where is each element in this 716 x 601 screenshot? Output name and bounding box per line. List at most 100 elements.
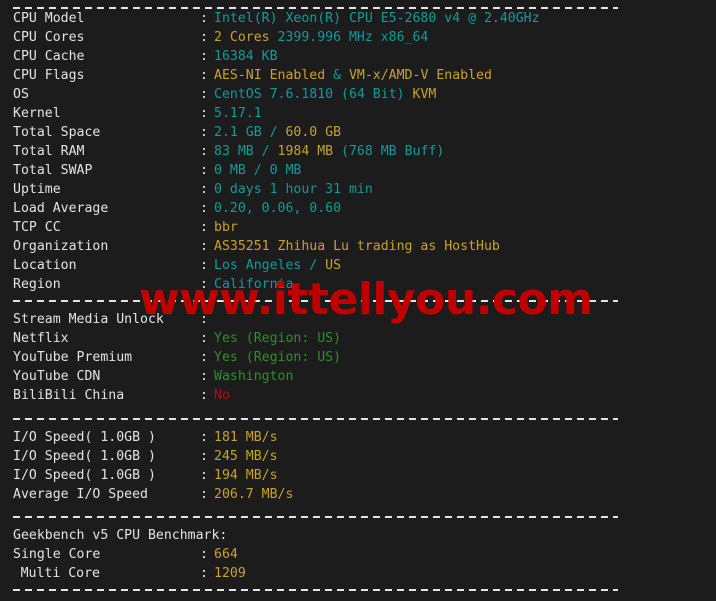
info-row-label: CPU Cache	[13, 49, 85, 64]
info-row-value: 664	[214, 547, 238, 562]
colon: :	[200, 369, 208, 384]
geekbench-rows: Single Core:664 Multi Core:1209	[0, 545, 716, 583]
info-row-label: Load Average	[13, 201, 109, 216]
info-row-value: 5.17.1	[214, 106, 262, 121]
colon: :	[200, 487, 208, 502]
info-row-label: Total SWAP	[13, 163, 93, 178]
info-row-value: bbr	[214, 220, 238, 235]
info-row-label: Netflix	[13, 331, 69, 346]
info-row-label: Uptime	[13, 182, 61, 197]
info-row-label: Total Space	[13, 125, 101, 140]
info-row: Single Core:664	[0, 545, 716, 564]
colon: :	[200, 449, 208, 464]
info-row-value: 83 MB	[214, 144, 254, 159]
info-row: CPU Cache:16384 KB	[0, 47, 716, 66]
colon: :	[200, 350, 208, 365]
info-row-value: California	[214, 277, 294, 292]
colon: :	[200, 566, 208, 581]
info-row-label: CPU Model	[13, 11, 85, 26]
info-row-value: 0.20, 0.06, 0.60	[214, 201, 342, 216]
stream-media-rows: Netflix: Yes (Region: US) YouTube Premium:…	[0, 329, 716, 405]
info-row-value: /	[261, 125, 286, 140]
info-row-value: VM-x/AMD-V Enabled	[348, 68, 492, 83]
info-row-value: No	[214, 388, 230, 403]
info-row-label: I/O Speed( 1.0GB )	[13, 449, 156, 464]
info-row-value: 2 Cores	[214, 30, 270, 45]
info-row-value: 60.0 GB	[285, 125, 342, 140]
colon: :	[200, 277, 208, 292]
info-row-value: 0 MB / 0 MB	[214, 163, 302, 178]
colon: :	[200, 430, 208, 445]
info-row-value: (768 MB Buff)	[333, 144, 445, 159]
info-row-label: YouTube Premium	[13, 350, 133, 365]
separator-io	[13, 418, 618, 420]
colon: :	[200, 331, 208, 346]
stream-media-section: Stream Media Unlock: Netflix: Yes (Region…	[0, 310, 716, 405]
info-row-value: 0 days 1 hour 31 min	[214, 182, 373, 197]
info-row-label: TCP CC	[13, 220, 61, 235]
info-row: Organization: AS35251 Zhihua Lu trading a…	[0, 237, 716, 256]
system-info-section: CPU Model: Intel(R) Xeon(R) CPU E5-2680 v…	[0, 9, 716, 294]
info-row: Location: Los Angeles / US	[0, 256, 716, 275]
info-row-value: 194 MB/s	[214, 468, 278, 483]
info-row: YouTube CDN: Washington	[0, 367, 716, 386]
colon: :	[200, 106, 208, 121]
info-row: I/O Speed( 1.0GB ):194 MB/s	[0, 466, 716, 485]
info-row-value: 2399.996 MHz x86_64	[269, 30, 429, 45]
info-row-value: KVM	[412, 87, 437, 102]
info-row-value: Intel(R) Xeon(R) CPU E5-2680 v4 @ 2.40GH…	[214, 11, 540, 26]
colon: :	[200, 49, 208, 64]
info-row: YouTube Premium: Yes (Region: US)	[0, 348, 716, 367]
colon: :	[200, 220, 208, 235]
info-row-label: YouTube CDN	[13, 369, 101, 384]
io-speed-section: I/O Speed( 1.0GB ):181 MB/s I/O Speed( 1.…	[0, 428, 716, 504]
info-row-value: 245 MB/s	[214, 449, 278, 464]
info-row-label: Location	[13, 258, 77, 273]
colon: :	[200, 87, 208, 102]
info-row-value: AS35251 Zhihua Lu trading as HostHub	[214, 239, 500, 254]
info-row-value: Yes (Region: US)	[214, 331, 342, 346]
info-row-value: Los Angeles	[214, 258, 302, 273]
info-row-label: I/O Speed( 1.0GB )	[13, 468, 156, 483]
info-row: BiliBili China: No	[0, 386, 716, 405]
info-row-label: I/O Speed( 1.0GB )	[13, 430, 156, 445]
info-row: Multi Core:1209	[0, 564, 716, 583]
info-row: I/O Speed( 1.0GB ):245 MB/s	[0, 447, 716, 466]
info-row-label: OS	[13, 87, 29, 102]
info-row-value: Washington	[214, 369, 294, 384]
info-row: Kernel:5.17.1	[0, 104, 716, 123]
colon: :	[200, 201, 208, 216]
info-row-label: Single Core	[13, 547, 101, 562]
geekbench-heading-row: Geekbench v5 CPU Benchmark:	[0, 526, 716, 545]
info-row-value: 1984 MB	[277, 144, 334, 159]
info-row-label: Region	[13, 277, 61, 292]
info-row: Uptime:0 days 1 hour 31 min	[0, 180, 716, 199]
info-row-value: AES-NI Enabled	[214, 68, 326, 83]
colon: :	[200, 11, 208, 26]
colon: :	[200, 258, 208, 273]
info-row: CPU Model: Intel(R) Xeon(R) CPU E5-2680 v…	[0, 9, 716, 28]
info-row-value: /	[301, 258, 326, 273]
stream-media-heading-row: Stream Media Unlock:	[0, 310, 716, 329]
info-row-label: CPU Cores	[13, 30, 85, 45]
separator-geekbench	[13, 516, 618, 518]
stream-media-heading: Stream Media Unlock	[13, 312, 164, 327]
separator-bottom	[13, 589, 618, 591]
info-row-value: 181 MB/s	[214, 430, 278, 445]
geekbench-heading: Geekbench v5 CPU Benchmark:	[13, 528, 228, 543]
colon: :	[200, 312, 208, 327]
info-row-label: Multi Core	[20, 566, 100, 581]
separator-stream	[13, 300, 618, 302]
colon: :	[200, 125, 208, 140]
info-row-value: 1209	[214, 566, 246, 581]
geekbench-section: Geekbench v5 CPU Benchmark: Single Core:…	[0, 526, 716, 583]
info-row: Region: California	[0, 275, 716, 294]
colon: :	[200, 547, 208, 562]
colon: :	[200, 388, 208, 403]
info-row: CPU Cores:2 Cores 2399.996 MHz x86_64	[0, 28, 716, 47]
info-row-label: BiliBili China	[13, 388, 125, 403]
info-row: Total Space:2.1 GB / 60.0 GB	[0, 123, 716, 142]
colon: :	[200, 144, 208, 159]
info-row-label: Average I/O Speed	[13, 487, 148, 502]
info-row-value: Yes (Region: US)	[214, 350, 342, 365]
